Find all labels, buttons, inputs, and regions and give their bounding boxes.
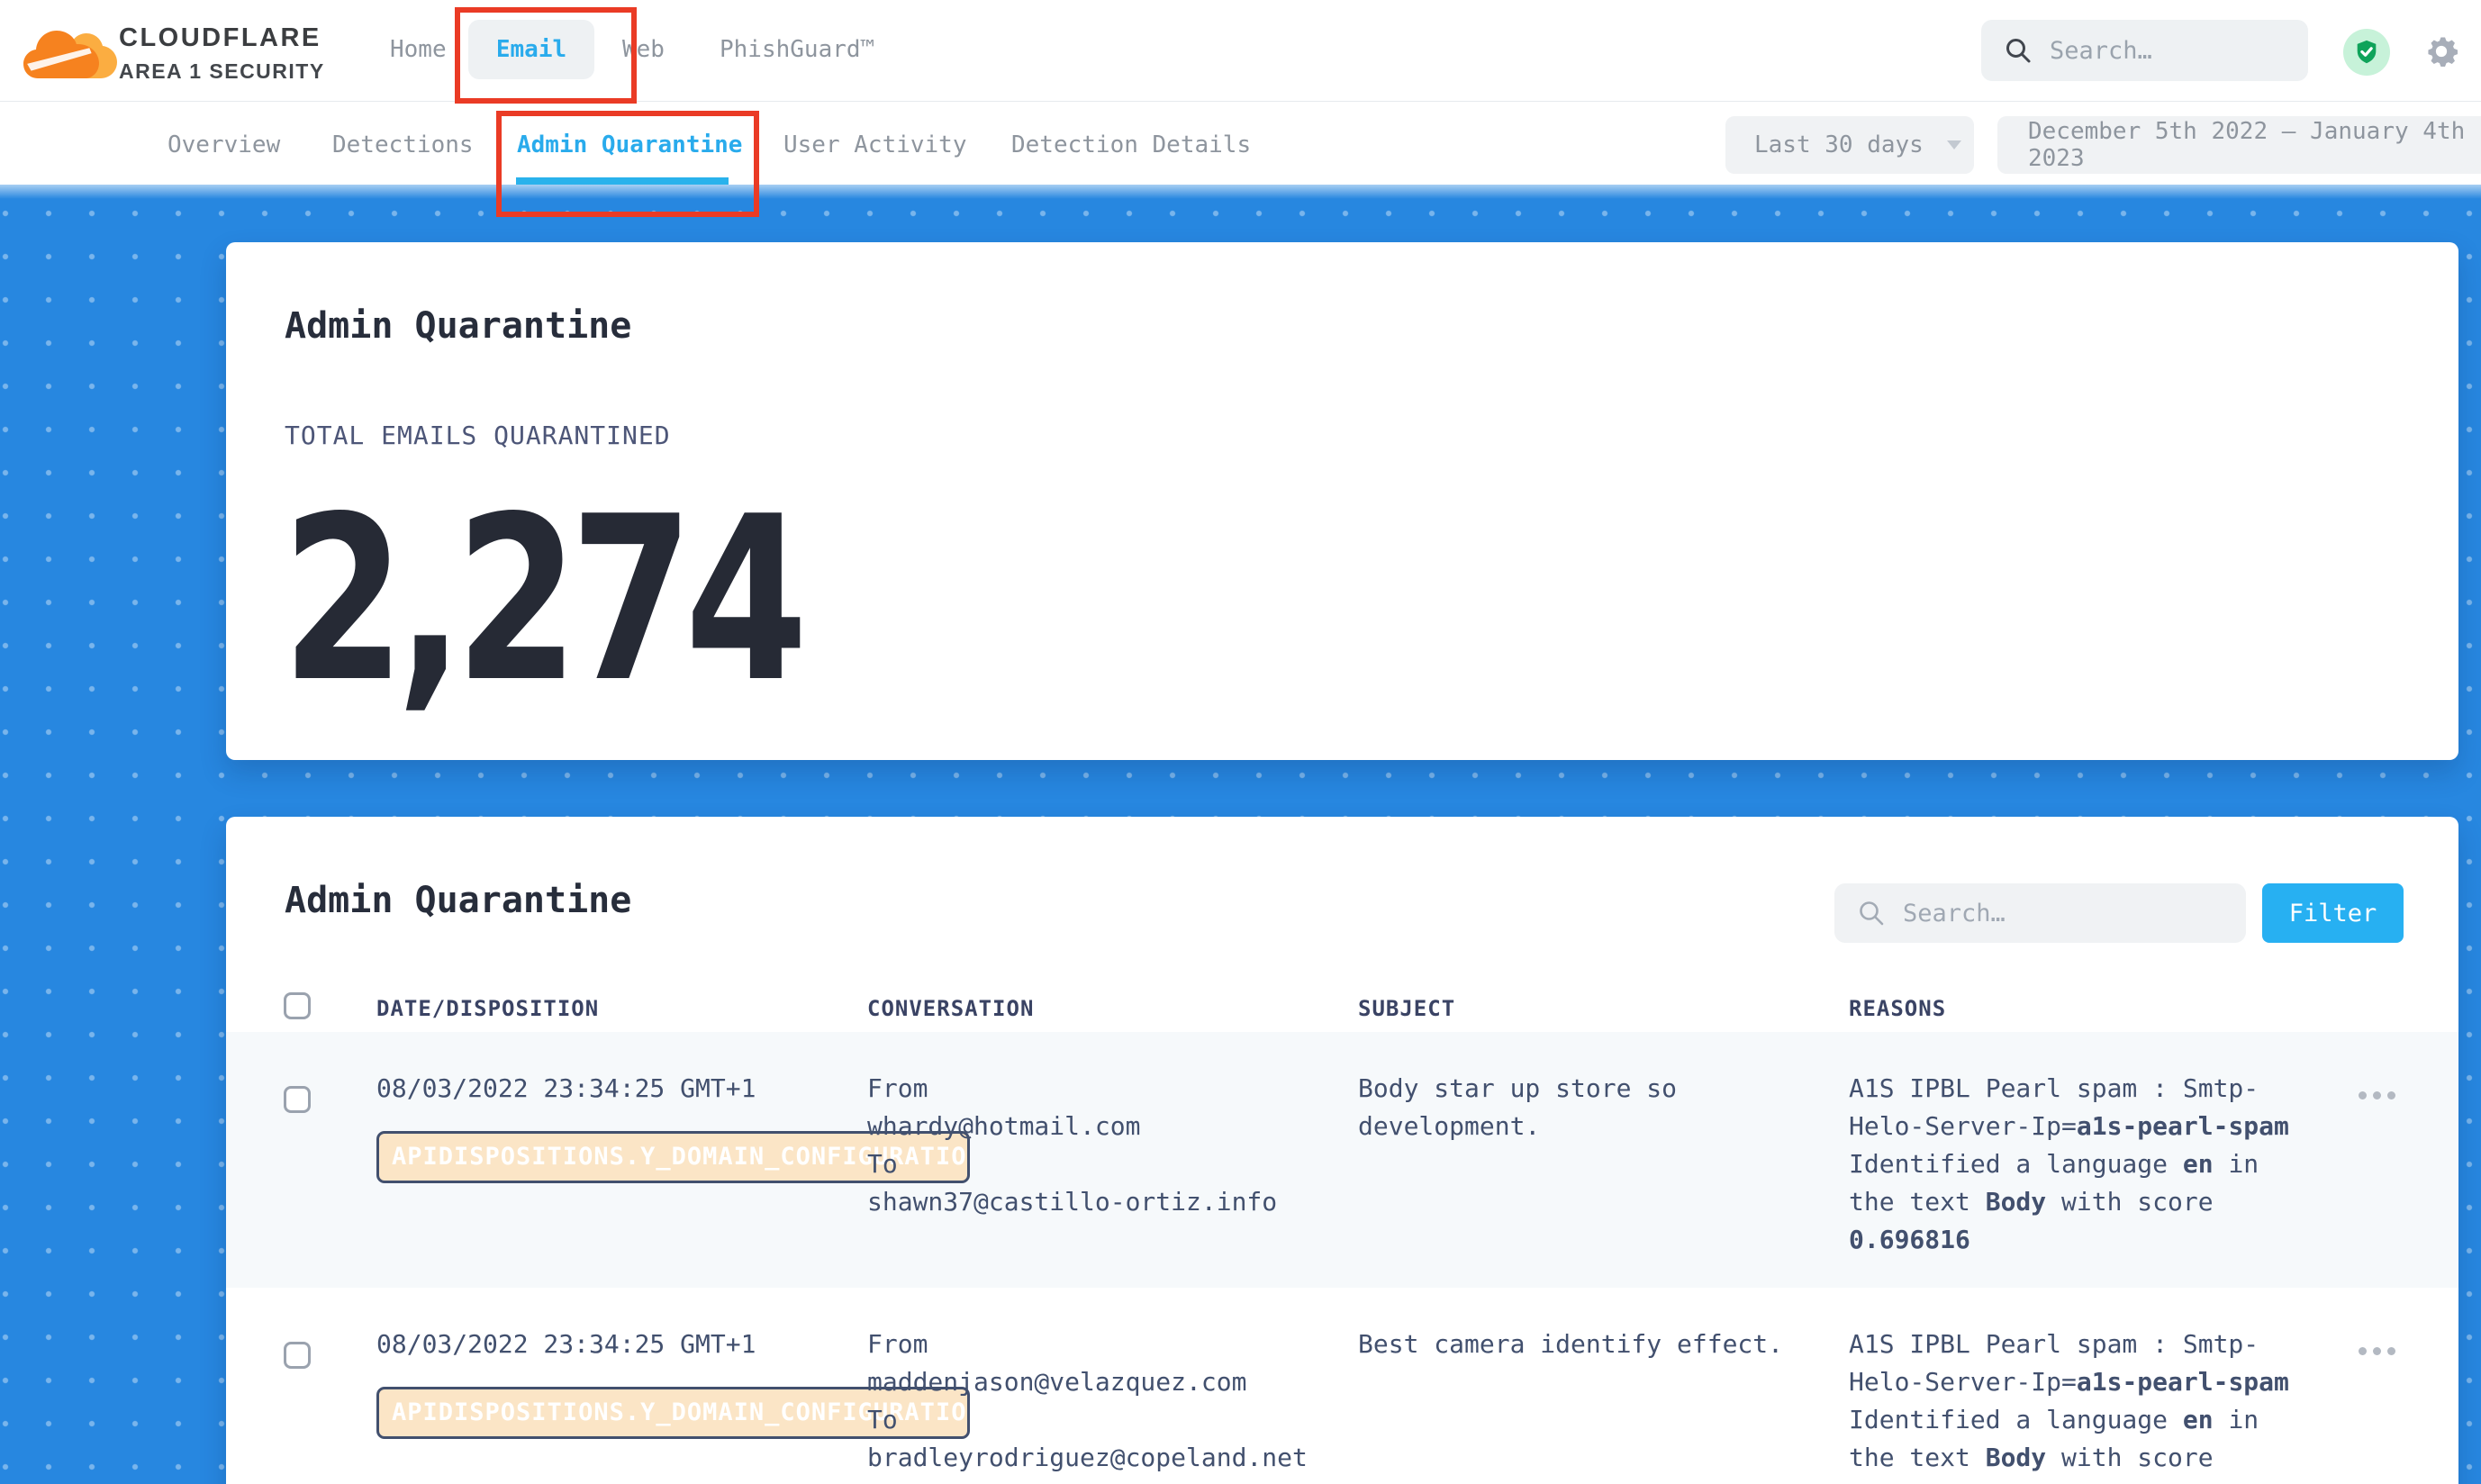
column-header-subject: SUBJECT [1358, 996, 1455, 1021]
period-selector[interactable]: Last 30 days [1725, 116, 1974, 174]
ellipsis-dot [2373, 1091, 2381, 1099]
summary-card: Admin Quarantine TOTAL EMAILS QUARANTINE… [226, 242, 2458, 760]
filter-button[interactable]: Filter [2262, 883, 2404, 943]
table-row[interactable]: 08/03/2022 23:34:25 GMT+1APIDISPOSITIONS… [226, 1032, 2458, 1288]
nav-item-email-label: Email [496, 36, 566, 63]
brand-subtitle: AREA 1 SECURITY [119, 59, 325, 84]
global-search-input[interactable] [2048, 36, 2264, 66]
tab-detection-details[interactable]: Detection Details [1011, 131, 1251, 158]
subject-cell: Best camera identify effect. [1358, 1326, 1826, 1363]
table-body: 08/03/2022 23:34:25 GMT+1APIDISPOSITIONS… [226, 1032, 2458, 1484]
table-row[interactable]: 08/03/2022 23:34:25 GMT+1APIDISPOSITIONS… [226, 1288, 2458, 1484]
tab-admin-quarantine[interactable]: Admin Quarantine [517, 131, 742, 158]
text-line: Identified a language en in [1849, 1401, 2299, 1439]
shield-check-icon [2353, 39, 2380, 66]
app-root: CLOUDFLARE AREA 1 SECURITY Home Email We… [0, 0, 2481, 1484]
text-line: A1S IPBL Pearl spam : Smtp- [1849, 1070, 2299, 1108]
email-sub-navbar: Overview Detections Admin Quarantine Use… [0, 102, 2481, 185]
brand-text: CLOUDFLARE AREA 1 SECURITY [119, 23, 325, 84]
text-line: shawn37@castillo-ortiz.info [867, 1183, 1372, 1221]
search-icon [1858, 900, 1885, 927]
table-card-title: Admin Quarantine [285, 880, 631, 921]
date-range-control[interactable]: December 5th 2022 — January 4th 2023 [1997, 116, 2481, 174]
text-line: 0.696816 [1849, 1477, 2299, 1484]
nav-item-web[interactable]: Web [622, 36, 665, 63]
ellipsis-dot [2387, 1091, 2395, 1099]
tab-overview[interactable]: Overview [168, 131, 280, 158]
table-search-input[interactable] [1901, 899, 2177, 928]
text-line: From [867, 1326, 1372, 1363]
text-line: Helo-Server-Ip=a1s-pearl-spam [1849, 1108, 2299, 1145]
table-header-row: DATE/DISPOSITION CONVERSATION SUBJECT RE… [226, 982, 2458, 1032]
protection-status-button[interactable] [2343, 29, 2390, 76]
table-search-box [1834, 883, 2246, 943]
metric-value: 2,274 [282, 487, 800, 714]
global-search-box [1981, 20, 2308, 81]
text-line: To [867, 1145, 1372, 1183]
column-header-conversation: CONVERSATION [867, 996, 1034, 1021]
row-actions-button[interactable] [2353, 1342, 2401, 1361]
brand-name: CLOUDFLARE [119, 23, 325, 53]
active-tab-underline [516, 177, 729, 185]
reasons-cell: A1S IPBL Pearl spam : Smtp-Helo-Server-I… [1849, 1070, 2299, 1259]
text-line: bradleyrodriguez@copeland.net [867, 1439, 1372, 1477]
ellipsis-dot [2359, 1091, 2367, 1099]
gear-icon [2421, 31, 2462, 72]
text-line: Helo-Server-Ip=a1s-pearl-spam [1849, 1363, 2299, 1401]
quarantine-table-card: Admin Quarantine Filter DATE/DISPOSITION… [226, 817, 2458, 1484]
row-checkbox[interactable] [284, 1342, 311, 1369]
date-range-label: December 5th 2022 — January 4th 2023 [2028, 118, 2481, 172]
nav-item-home[interactable]: Home [390, 36, 447, 63]
text-line: Best camera identify effect. [1358, 1326, 1826, 1363]
subject-cell: Body star up store sodevelopment. [1358, 1070, 1826, 1145]
period-label: Last 30 days [1754, 131, 1924, 158]
nav-item-phishguard[interactable]: PhishGuard™ [720, 36, 874, 63]
conversation-cell: Frommaddenjason@velazquez.comTobradleyro… [867, 1326, 1372, 1477]
text-line: 0.696816 [1849, 1221, 2299, 1259]
metric-label: TOTAL EMAILS QUARANTINED [285, 421, 671, 450]
text-line: whardy@hotmail.com [867, 1108, 1372, 1145]
cloudflare-logo-icon [23, 14, 117, 86]
chevron-down-icon [1947, 140, 1961, 149]
ellipsis-dot [2387, 1347, 2395, 1355]
nav-item-email[interactable]: Email [468, 20, 594, 79]
ellipsis-dot [2359, 1347, 2367, 1355]
settings-button[interactable] [2421, 31, 2462, 72]
text-line: To [867, 1401, 1372, 1439]
dashboard-background: Admin Quarantine TOTAL EMAILS QUARANTINE… [0, 185, 2481, 1484]
ellipsis-dot [2373, 1347, 2381, 1355]
column-header-date: DATE/DISPOSITION [376, 996, 599, 1021]
text-line: A1S IPBL Pearl spam : Smtp- [1849, 1326, 2299, 1363]
text-line: development. [1358, 1108, 1826, 1145]
tab-user-activity[interactable]: User Activity [783, 131, 967, 158]
row-actions-button[interactable] [2353, 1086, 2401, 1105]
column-header-reasons: REASONS [1849, 996, 1946, 1021]
text-line: maddenjason@velazquez.com [867, 1363, 1372, 1401]
text-line: the text Body with score [1849, 1439, 2299, 1477]
conversation-cell: Fromwhardy@hotmail.comToshawn37@castillo… [867, 1070, 1372, 1221]
select-all-checkbox[interactable] [284, 992, 311, 1019]
top-navbar: CLOUDFLARE AREA 1 SECURITY Home Email We… [0, 0, 2481, 102]
search-icon [2005, 37, 2032, 64]
reasons-cell: A1S IPBL Pearl spam : Smtp-Helo-Server-I… [1849, 1326, 2299, 1484]
row-checkbox[interactable] [284, 1086, 311, 1113]
text-line: the text Body with score [1849, 1183, 2299, 1221]
summary-card-title: Admin Quarantine [285, 305, 631, 347]
text-line: Body star up store so [1358, 1070, 1826, 1108]
text-line: Identified a language en in [1849, 1145, 2299, 1183]
text-line: From [867, 1070, 1372, 1108]
tab-detections[interactable]: Detections [332, 131, 474, 158]
